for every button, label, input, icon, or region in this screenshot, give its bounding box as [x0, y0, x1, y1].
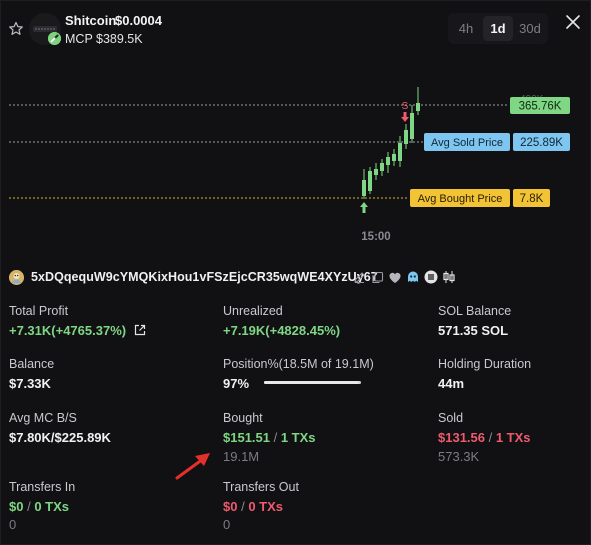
bought-value: $151.51 / 1 TXs [223, 430, 316, 445]
candles [362, 87, 420, 199]
sold-tokens: 573.3K [438, 449, 480, 464]
sold-separator: / [485, 430, 496, 445]
avg-bought-value: 7.8K [520, 193, 544, 205]
transfers-out-separator: / [237, 499, 249, 514]
heart-icon[interactable] [388, 270, 402, 284]
timeframe-4h[interactable]: 4h [451, 16, 481, 41]
timeframe-30d[interactable]: 30d [515, 16, 545, 41]
current-price-value: 365.76K [519, 101, 562, 113]
bought-tokens: 19.1M [223, 449, 260, 464]
total-profit-value: +7.31K(+4765.37%) [9, 323, 146, 339]
avg-bought-label: Avg Bought Price [418, 193, 503, 205]
trader-detail-panel: Shitcoin $0.0004 MCP $389.5K 4h 1d 30d S… [0, 0, 591, 545]
transfers-out-txs: 0 TXs [248, 499, 283, 514]
market-cap: MCP $389.5K [65, 32, 143, 46]
ghost-icon[interactable] [406, 270, 420, 284]
transfers-out-value: $0 / 0 TXs [223, 499, 283, 514]
transfers-in-txs: 0 TXs [34, 499, 69, 514]
copy-icon[interactable] [370, 270, 384, 284]
transfers-in-label: Transfers In [9, 480, 76, 494]
close-icon[interactable] [564, 13, 582, 31]
bought-txs: 1 TXs [280, 430, 316, 445]
transfers-out-amount: $0 [223, 499, 238, 514]
sold-label: Sold [438, 411, 464, 425]
sol-balance-value: 571.35 SOL [438, 323, 509, 338]
solscan-icon[interactable] [424, 270, 438, 284]
holding-duration-label: Holding Duration [438, 357, 532, 371]
edit-icon[interactable] [352, 270, 366, 284]
position-bar-fill [264, 381, 359, 384]
total-profit-label: Total Profit [9, 304, 69, 318]
avg-sold-value: 225.89K [520, 137, 563, 149]
price-chart[interactable]: S 400K 365.76K Avg Sold Price 225.89K Av… [1, 81, 591, 251]
token-name: Shitcoin [65, 13, 117, 28]
time-axis-label: 15:00 [361, 231, 390, 243]
pump-icon [48, 32, 61, 45]
transfers-out-tokens: 0 [223, 517, 231, 532]
total-profit-amount: +7.31K(+4765.37%) [9, 323, 127, 338]
unrealized-value: +7.19K(+4828.45%) [223, 323, 341, 338]
sold-amount: $131.56 [438, 430, 485, 445]
unrealized-label: Unrealized [223, 304, 283, 318]
star-icon[interactable] [8, 21, 24, 37]
bought-amount: $151.51 [223, 430, 270, 445]
wallet-address[interactable]: 5xDQqequW9cYMQKixHou1vFSzEjcCR35wqWE4XYz… [31, 270, 378, 284]
annotation-arrow-icon [175, 453, 210, 480]
avg-bought-tag: Avg Bought Price 7.8K [410, 189, 550, 207]
sell-marker-label: S [402, 101, 409, 112]
bought-separator: / [270, 430, 281, 445]
transfers-in-separator: / [23, 499, 35, 514]
position-label: Position%(18.5M of 19.1M) [223, 357, 374, 371]
sell-marker: S [401, 101, 409, 122]
position-value: 97% [223, 376, 250, 391]
current-price-tag: 365.76K [510, 97, 570, 114]
token-price: $0.0004 [115, 13, 162, 28]
sold-value: $131.56 / 1 TXs [438, 430, 531, 445]
position-bar [264, 381, 361, 384]
sold-txs: 1 TXs [495, 430, 531, 445]
transfers-in-value: $0 / 0 TXs [9, 499, 69, 514]
balance-value: $7.33K [9, 376, 51, 391]
wallet-avatar-icon [9, 270, 24, 285]
transfers-out-label: Transfers Out [223, 480, 299, 494]
holding-duration-value: 44m [438, 376, 465, 391]
sol-balance-label: SOL Balance [438, 304, 512, 318]
transfers-in-tokens: 0 [9, 517, 17, 532]
avg-sold-tag: Avg Sold Price 225.89K [424, 133, 570, 151]
buy-marker [360, 202, 368, 213]
bought-label: Bought [223, 411, 263, 425]
transfers-in-amount: $0 [9, 499, 24, 514]
wallet-actions [352, 270, 456, 284]
share-icon[interactable] [134, 324, 146, 339]
balance-label: Balance [9, 357, 55, 371]
avg-mc-value: $7.80K/$225.89K [9, 430, 111, 445]
timeframe-1d[interactable]: 1d [483, 16, 513, 41]
avg-sold-label: Avg Sold Price [431, 137, 503, 149]
avg-mc-label: Avg MC B/S [9, 411, 77, 425]
timeframe-selector: 4h 1d 30d [448, 13, 548, 44]
candlestick-icon[interactable] [442, 270, 456, 284]
